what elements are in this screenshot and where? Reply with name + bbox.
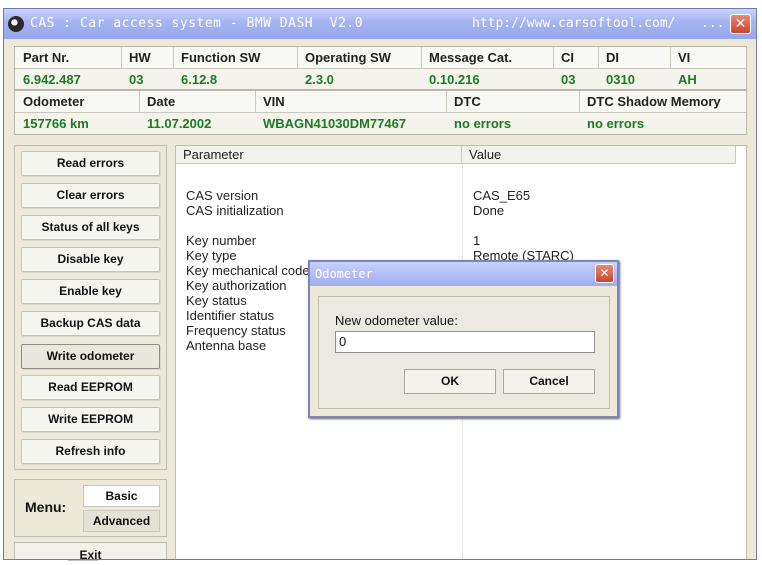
list-item: Key number 1 [176, 233, 746, 248]
ok-button[interactable]: OK [404, 369, 496, 394]
write-odometer-button[interactable]: Write odometer [21, 344, 160, 369]
value-vi: AH [678, 72, 697, 87]
column-header-parameter[interactable]: Parameter [176, 146, 462, 164]
close-icon[interactable]: ✕ [730, 14, 751, 34]
refresh-info-button[interactable]: Refresh info [21, 439, 160, 464]
param-value: Done [473, 203, 505, 218]
status-all-keys-button[interactable]: Status of all keys [21, 215, 160, 240]
clear-errors-button[interactable]: Clear errors [21, 183, 160, 208]
value-message-cat: 0.10.216 [429, 72, 480, 87]
bottom-strip [0, 560, 762, 565]
param-name: Key mechanical code [186, 263, 310, 278]
header-vin: VIN [263, 94, 285, 109]
header-odometer: Odometer [23, 94, 85, 109]
header-di: DI [606, 50, 619, 65]
column-header-value[interactable]: Value [462, 146, 736, 164]
param-name: CAS version [186, 188, 259, 203]
param-value: 1 [473, 233, 481, 248]
read-eeprom-button[interactable]: Read EEPROM [21, 375, 160, 400]
website-url: http://www.carsoftool.com/ [472, 16, 676, 31]
write-eeprom-button[interactable]: Write EEPROM [21, 407, 160, 432]
value-dtc-shadow: no errors [587, 116, 645, 131]
value-dtc: no errors [454, 116, 512, 131]
param-value: CAS_E65 [473, 188, 531, 203]
list-item: CAS version CAS_E65 [176, 188, 746, 203]
value-vin: WBAGN41030DM77467 [263, 116, 407, 131]
taskbar-edge [68, 560, 98, 565]
param-name: Frequency status [186, 323, 286, 338]
dialog-title: Odometer [315, 267, 373, 281]
value-ci: 03 [561, 72, 576, 87]
enable-key-button[interactable]: Enable key [21, 279, 160, 304]
header-dtc-shadow: DTC Shadow Memory [587, 94, 721, 109]
value-operating-sw: 2.3.0 [305, 72, 334, 87]
disable-key-button[interactable]: Disable key [21, 247, 160, 272]
vehicle-info-table: Odometer Date VIN DTC DTC Shadow Memory … [14, 90, 747, 135]
param-name: Key type [186, 248, 237, 263]
window-title: CAS : Car access system - BMW DASH V2.0 [30, 16, 364, 31]
odometer-input-group: New odometer value: 0 OK Cancel [318, 296, 610, 409]
cancel-button[interactable]: Cancel [503, 369, 595, 394]
menu-label: Menu: [25, 499, 67, 515]
read-errors-button[interactable]: Read errors [21, 151, 160, 176]
header-hw: HW [129, 50, 151, 65]
param-name: CAS initialization [186, 203, 284, 218]
menu-panel: Menu: Basic Advanced [14, 479, 167, 537]
param-name: Antenna base [186, 338, 267, 353]
param-name: Key authorization [186, 278, 287, 293]
value-date: 11.07.2002 [147, 116, 212, 131]
dialog-close-icon[interactable]: ✕ [595, 264, 614, 283]
value-hw: 03 [129, 72, 144, 87]
value-function-sw: 6.12.8 [181, 72, 218, 87]
backup-cas-data-button[interactable]: Backup CAS data [21, 311, 160, 336]
new-odometer-label: New odometer value: [335, 313, 458, 328]
header-date: Date [147, 94, 176, 109]
param-name: Key number [186, 233, 257, 248]
ecu-info-table: Part Nr. HW Function SW Operating SW Mes… [14, 46, 747, 90]
title-bar[interactable]: CAS : Car access system - BMW DASH V2.0 … [4, 9, 756, 39]
exit-button[interactable]: Exit [14, 542, 167, 559]
menu-advanced-option[interactable]: Advanced [83, 510, 160, 532]
header-operating-sw: Operating SW [305, 50, 391, 65]
header-dtc: DTC [454, 94, 481, 109]
header-part-nr: Part Nr. [23, 50, 70, 65]
odometer-value-input[interactable]: 0 [335, 331, 595, 353]
odometer-dialog: Odometer ✕ New odometer value: 0 OK Canc… [308, 260, 619, 418]
value-odometer: 157766 km [23, 116, 89, 131]
param-name: Identifier status [186, 308, 275, 323]
more-dots[interactable]: ... [701, 16, 724, 31]
header-message-cat: Message Cat. [429, 50, 513, 65]
header-function-sw: Function SW [181, 50, 261, 65]
app-icon [8, 16, 24, 32]
menu-basic-option[interactable]: Basic [83, 485, 160, 507]
list-item: CAS initialization Done [176, 203, 746, 218]
actions-panel: Read errors Clear errors Status of all k… [14, 145, 167, 470]
value-part-nr: 6.942.487 [23, 72, 81, 87]
header-vi: VI [678, 50, 691, 65]
param-name: Key status [186, 293, 247, 308]
value-di: 0310 [606, 72, 635, 87]
dialog-title-bar[interactable]: Odometer ✕ [310, 262, 617, 286]
header-ci: CI [561, 50, 574, 65]
